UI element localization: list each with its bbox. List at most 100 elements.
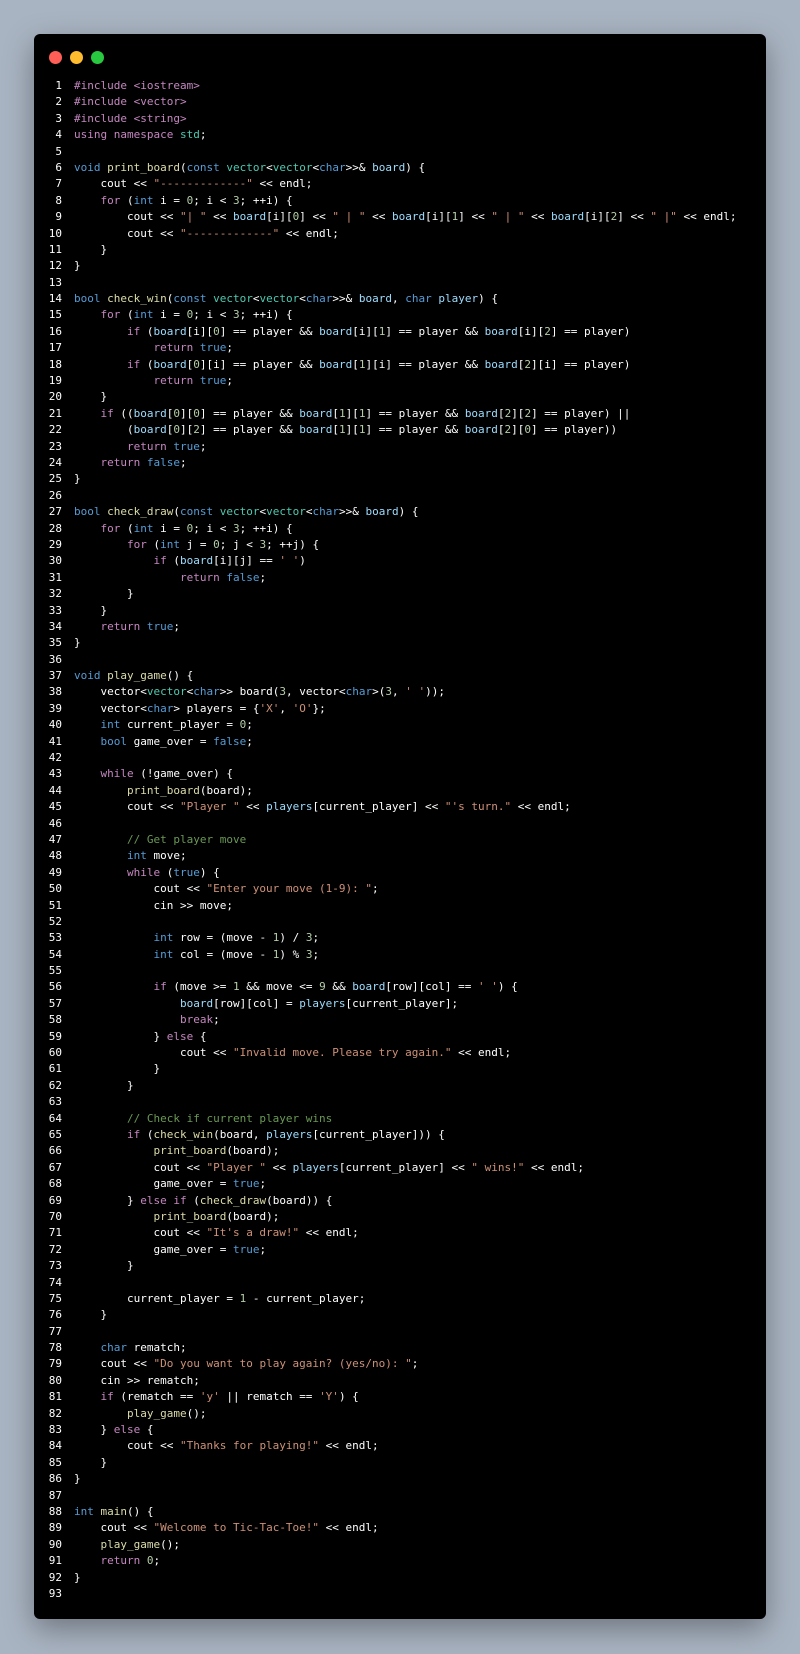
code-token: else xyxy=(140,1193,167,1207)
line-number: 69 xyxy=(48,1193,62,1207)
code-token: ; xyxy=(372,882,379,896)
code-token: int xyxy=(153,947,174,961)
code-line: 18 if (board[0][i] == player && board[1]… xyxy=(34,357,766,373)
code-token: int xyxy=(100,718,121,732)
code-token: < xyxy=(266,160,273,174)
code-token: - current_player; xyxy=(246,1291,366,1305)
line-number: 62 xyxy=(48,1078,62,1092)
code-token: play_game xyxy=(126,1406,187,1420)
code-token: cout << xyxy=(74,800,180,814)
code-token: main xyxy=(100,1504,128,1518)
code-token: ; xyxy=(259,1242,267,1256)
code-text: #include <string> xyxy=(74,111,766,127)
code-line: 34 return true; xyxy=(34,619,766,635)
close-button[interactable] xyxy=(49,51,62,64)
code-token: board xyxy=(365,505,399,519)
line-number: 10 xyxy=(48,226,62,240)
code-token: ' ' xyxy=(478,980,498,994)
code-text: return 0; xyxy=(74,1553,766,1569)
code-line: 68 game_over = true; xyxy=(34,1176,766,1192)
code-text: play_game(); xyxy=(74,1537,766,1553)
code-token: false xyxy=(146,455,180,469)
code-token: if xyxy=(100,406,114,420)
line-number: 88 xyxy=(48,1504,62,1518)
code-text: print_board(board); xyxy=(74,1143,766,1159)
code-token: int xyxy=(126,849,147,863)
minimize-button[interactable] xyxy=(70,51,83,64)
code-token: if xyxy=(173,1193,187,1207)
code-text: #include <iostream> xyxy=(74,78,766,94)
code-token: ; j < xyxy=(219,537,260,551)
code-text: cout << "Player " << players[current_pla… xyxy=(74,1160,766,1176)
code-token: 3 xyxy=(233,193,240,207)
code-token: ; xyxy=(312,947,320,961)
code-line: 2 #include <vector> xyxy=(34,94,766,110)
code-text: cout << "Thanks for playing!" << endl; xyxy=(74,1438,766,1454)
code-line: 64 // Check if current player wins xyxy=(34,1111,766,1127)
code-text: } xyxy=(74,1471,766,1487)
code-token: true xyxy=(199,374,227,388)
code-token: board xyxy=(319,357,353,371)
code-line: 54 int col = (move - 1) % 3; xyxy=(34,947,766,963)
line-number: 20 xyxy=(48,390,62,404)
line-number: 26 xyxy=(48,488,62,502)
line-number: 11 xyxy=(48,242,62,256)
code-token: ][i] == player) xyxy=(531,357,631,371)
line-number: 15 xyxy=(48,308,62,322)
maximize-button[interactable] xyxy=(91,51,104,64)
code-token: (board)) { xyxy=(266,1193,333,1207)
code-token: players xyxy=(266,800,313,814)
code-token: ; xyxy=(411,1357,419,1371)
line-number: 82 xyxy=(48,1406,62,1420)
code-token: check_win xyxy=(153,1128,214,1141)
code-token: false xyxy=(213,734,247,748)
line-number: 18 xyxy=(48,357,62,371)
code-text: // Check if current player wins xyxy=(74,1111,766,1127)
code-line: 57 board[row][col] = players[current_pla… xyxy=(34,996,766,1012)
code-line: 23 return true; xyxy=(34,439,766,455)
line-number: 66 xyxy=(48,1144,62,1158)
code-token: board xyxy=(464,406,498,420)
code-token: << endl; xyxy=(451,1046,512,1060)
code-token: // Get player move xyxy=(126,832,247,846)
code-token: 'y' xyxy=(199,1390,220,1404)
code-token: [ xyxy=(497,423,505,437)
code-editor[interactable]: 1 #include <iostream> 2 #include <vector> 3 #… xyxy=(34,78,766,1602)
code-token: bool xyxy=(74,505,108,519)
code-token: board xyxy=(319,324,353,338)
code-text: if (board[0][i] == player && board[1][i]… xyxy=(74,357,766,373)
code-token: 1 xyxy=(338,406,346,420)
code-token: cout << xyxy=(74,1439,180,1453)
code-token: current_player = xyxy=(74,1291,240,1305)
code-text: print_board(board); xyxy=(74,1209,766,1225)
code-line: 30 if (board[i][j] == ' ') xyxy=(34,553,766,569)
code-line: 71 cout << "It's a draw!" << endl; xyxy=(34,1225,766,1241)
code-line: 3 #include <string> xyxy=(34,111,766,127)
code-line: 65 if (check_win(board, players[current_… xyxy=(34,1127,766,1143)
code-line: 44 print_board(board); xyxy=(34,783,766,799)
code-line: 84 cout << "Thanks for playing!" << endl… xyxy=(34,1438,766,1454)
code-token: cout << xyxy=(74,1046,233,1060)
code-text: game_over = true; xyxy=(74,1242,766,1258)
code-text: if (rematch == 'y' || rematch == 'Y') { xyxy=(74,1389,766,1405)
code-token: cout << xyxy=(74,1226,207,1240)
code-token: ) { xyxy=(398,505,419,519)
code-token: && move <= xyxy=(239,980,320,994)
code-token: " | " xyxy=(491,210,525,224)
code-token: else xyxy=(166,1029,194,1043)
code-line: 88 int main() { xyxy=(34,1504,766,1520)
code-line: 4 using namespace std; xyxy=(34,127,766,143)
code-line: 20 } xyxy=(34,389,766,405)
code-line: 59 } else { xyxy=(34,1029,766,1045)
code-text: } xyxy=(74,471,766,487)
